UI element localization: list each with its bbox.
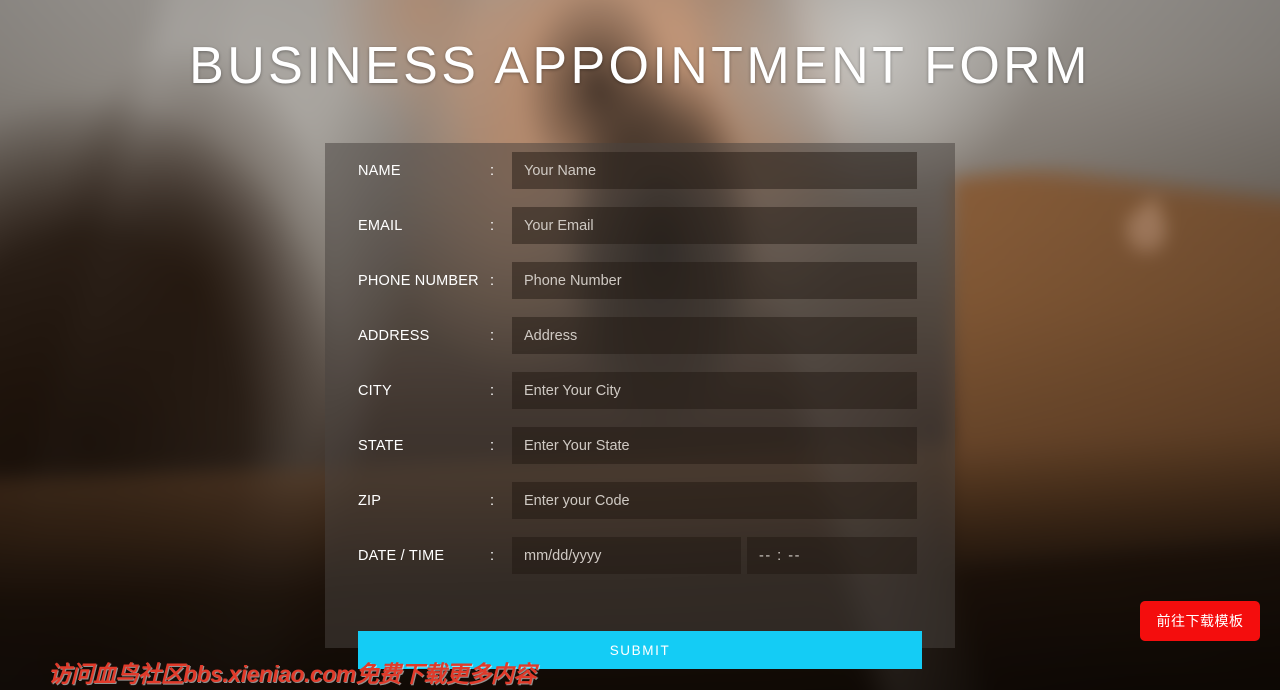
label-date-time: DATE / TIME	[358, 547, 445, 564]
label-name: NAME	[358, 162, 401, 179]
label-state: STATE	[358, 437, 404, 454]
colon-state: :	[490, 437, 495, 454]
form-field-list: NAME : EMAIL : PHONE NUMBER : ADDRESS :	[325, 143, 955, 583]
colon-city: :	[490, 382, 495, 399]
colon-name: :	[490, 162, 495, 179]
colon-phone-number: :	[490, 272, 495, 289]
colon-address: :	[490, 327, 495, 344]
phone-number-input[interactable]	[512, 262, 917, 299]
time-input[interactable]	[747, 537, 917, 574]
form-row-email: EMAIL :	[325, 198, 955, 253]
state-input[interactable]	[512, 427, 917, 464]
label-zip: ZIP	[358, 492, 382, 509]
name-input[interactable]	[512, 152, 917, 189]
label-email: EMAIL	[358, 217, 403, 234]
appointment-form-panel: NAME : EMAIL : PHONE NUMBER : ADDRESS :	[325, 143, 955, 648]
app-screen: BUSINESS APPOINTMENT FORM NAME : EMAIL :…	[0, 0, 1280, 690]
colon-zip: :	[490, 492, 495, 509]
address-input[interactable]	[512, 317, 917, 354]
submit-button[interactable]: SUBMIT	[358, 631, 922, 669]
zip-input[interactable]	[512, 482, 917, 519]
page-title: BUSINESS APPOINTMENT FORM	[189, 37, 1091, 95]
submit-row: SUBMIT	[358, 631, 922, 669]
label-city: CITY	[358, 382, 392, 399]
form-row-city: CITY :	[325, 363, 955, 418]
city-input[interactable]	[512, 372, 917, 409]
form-row-zip: ZIP :	[325, 473, 955, 528]
email-input[interactable]	[512, 207, 917, 244]
label-address: ADDRESS	[358, 327, 430, 344]
form-row-state: STATE :	[325, 418, 955, 473]
date-input[interactable]	[512, 537, 741, 574]
form-row-phone: PHONE NUMBER :	[325, 253, 955, 308]
colon-email: :	[490, 217, 495, 234]
label-phone-number: PHONE NUMBER	[358, 272, 479, 289]
colon-date-time: :	[490, 547, 495, 564]
form-row-name: NAME :	[325, 143, 955, 198]
form-row-address: ADDRESS :	[325, 308, 955, 363]
download-template-button[interactable]: 前往下载模板	[1140, 601, 1260, 641]
form-row-date-time: DATE / TIME :	[325, 528, 955, 583]
